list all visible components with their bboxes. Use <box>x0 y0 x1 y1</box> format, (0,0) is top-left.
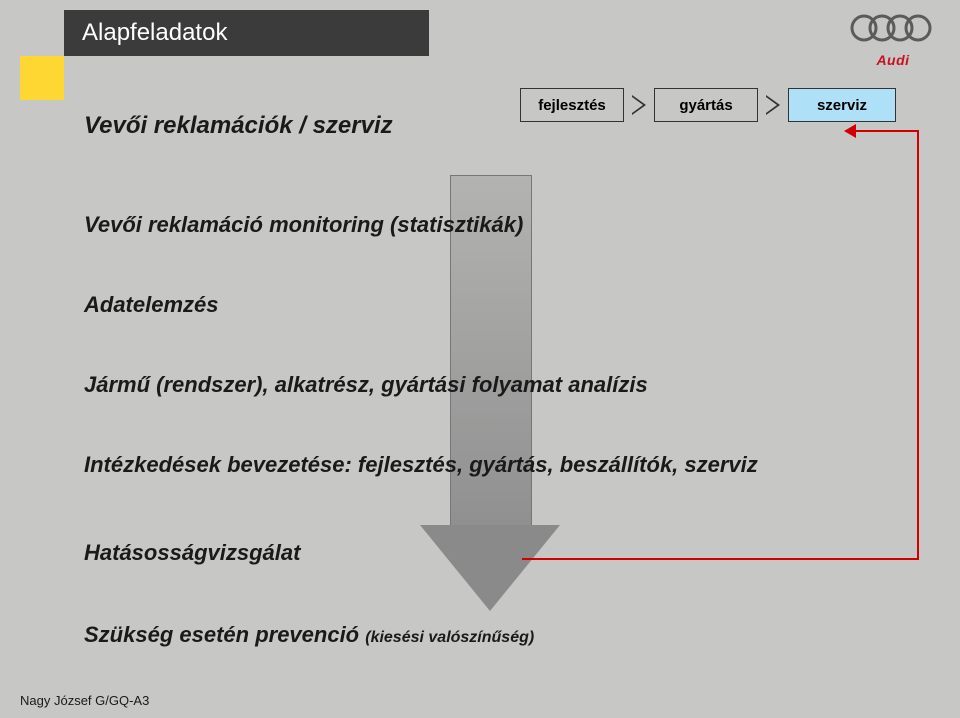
feedback-line <box>522 558 919 560</box>
step-prevencio-main: Szükség esetén prevenció <box>84 622 365 647</box>
phase-row: fejlesztés gyártás szerviz <box>520 88 896 122</box>
slide-subtitle: Vevői reklamációk / szerviz <box>84 112 393 140</box>
chevron-right-icon <box>632 95 646 115</box>
audi-rings-icon <box>846 12 940 44</box>
chevron-right-icon <box>766 95 780 115</box>
arrow-left-icon <box>844 124 856 138</box>
slide-title: Alapfeladatok <box>64 10 429 56</box>
brand-logo: Audi <box>846 12 940 66</box>
step-monitoring: Vevői reklamáció monitoring (statisztiká… <box>84 212 523 238</box>
slide: Alapfeladatok Audi Vevői reklamációk / s… <box>0 0 960 718</box>
footer-author: Nagy József G/GQ-A3 <box>20 693 149 708</box>
step-intezkedesek: Intézkedések bevezetése: fejlesztés, gyá… <box>84 452 758 478</box>
phase-development: fejlesztés <box>520 88 624 122</box>
brand-name: Audi <box>846 52 940 68</box>
feedback-line <box>854 130 919 132</box>
step-jarmu: Jármű (rendszer), alkatrész, gyártási fo… <box>84 372 648 398</box>
phase-manufacturing: gyártás <box>654 88 758 122</box>
step-prevencio-note: (kiesési valószínűség) <box>365 629 534 646</box>
step-prevencio: Szükség esetén prevenció (kiesési valósz… <box>84 622 534 648</box>
step-adatelemzes: Adatelemzés <box>84 292 219 318</box>
phase-service: szerviz <box>788 88 896 122</box>
accent-block <box>20 56 64 100</box>
feedback-line <box>917 130 919 560</box>
step-hatasossag: Hatásosságvizsgálat <box>84 540 300 566</box>
